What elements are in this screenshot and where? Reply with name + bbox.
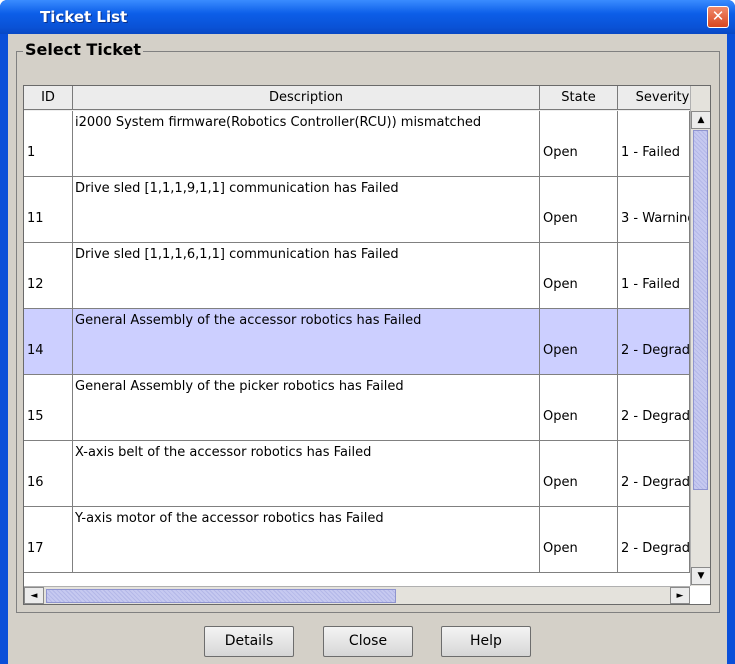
cell-description: General Assembly of the accessor robotic… [73, 309, 540, 374]
cell-id: 17 [24, 507, 73, 572]
ticket-list-window: Ticket List ✕ Select Ticket ID Descripti… [0, 0, 735, 664]
close-button[interactable]: Close [323, 626, 413, 657]
cell-state: Open [540, 441, 618, 506]
column-header-state[interactable]: State [540, 86, 618, 110]
cell-state: Open [540, 243, 618, 308]
cell-severity: 2 - Degraded [618, 375, 690, 440]
column-header-id[interactable]: ID [24, 86, 73, 110]
vertical-scroll-thumb[interactable] [693, 130, 708, 490]
scroll-right-icon[interactable]: ► [670, 587, 690, 604]
horizontal-scrollbar[interactable]: ◄ ► [24, 586, 690, 604]
cell-id: 11 [24, 177, 73, 242]
cell-state: Open [540, 309, 618, 374]
close-window-icon[interactable]: ✕ [707, 6, 729, 28]
cell-severity: 2 - Degraded [618, 507, 690, 572]
cell-state: Open [540, 111, 618, 176]
cell-id: 15 [24, 375, 73, 440]
table-header: ID Description State Severity [24, 86, 708, 111]
help-button[interactable]: Help [441, 626, 531, 657]
cell-severity: 1 - Failed [618, 243, 690, 308]
cell-id: 14 [24, 309, 73, 374]
vertical-scrollbar[interactable]: ▲ ▼ [690, 86, 710, 586]
cell-severity: 2 - Degraded [618, 309, 690, 374]
cell-description: i2000 System firmware(Robotics Controlle… [73, 111, 540, 176]
table-row[interactable]: 17 Y-axis motor of the accessor robotics… [24, 507, 690, 573]
dialog-body: Select Ticket ID Description State Sever… [8, 34, 727, 664]
column-header-description[interactable]: Description [73, 86, 540, 110]
cell-severity: 1 - Failed [618, 111, 690, 176]
table-row[interactable]: 15 General Assembly of the picker roboti… [24, 375, 690, 441]
cell-description: X-axis belt of the accessor robotics has… [73, 441, 540, 506]
cell-severity: 3 - Warning [618, 177, 690, 242]
cell-description: Drive sled [1,1,1,9,1,1] communication h… [73, 177, 540, 242]
scroll-up-icon[interactable]: ▲ [691, 111, 710, 129]
table-row[interactable]: 1 i2000 System firmware(Robotics Control… [24, 111, 690, 177]
cell-state: Open [540, 177, 618, 242]
cell-description: General Assembly of the picker robotics … [73, 375, 540, 440]
table-row[interactable]: 11 Drive sled [1,1,1,9,1,1] communicatio… [24, 177, 690, 243]
table-row[interactable]: 16 X-axis belt of the accessor robotics … [24, 441, 690, 507]
scroll-down-icon[interactable]: ▼ [691, 567, 710, 585]
title-bar[interactable]: Ticket List ✕ [0, 0, 735, 34]
table-row[interactable]: 12 Drive sled [1,1,1,6,1,1] communicatio… [24, 243, 690, 309]
horizontal-scroll-thumb[interactable] [46, 589, 396, 603]
cell-id: 12 [24, 243, 73, 308]
cell-description: Y-axis motor of the accessor robotics ha… [73, 507, 540, 572]
cell-state: Open [540, 507, 618, 572]
cell-state: Open [540, 375, 618, 440]
table-row-selected[interactable]: 14 General Assembly of the accessor robo… [24, 309, 690, 375]
group-legend: Select Ticket [23, 40, 144, 59]
cell-id: 16 [24, 441, 73, 506]
ticket-table: ID Description State Severity 1 i2000 Sy… [23, 85, 711, 605]
table-body: 1 i2000 System firmware(Robotics Control… [24, 111, 690, 586]
cell-description: Drive sled [1,1,1,6,1,1] communication h… [73, 243, 540, 308]
window-title: Ticket List [40, 8, 128, 26]
details-button[interactable]: Details [204, 626, 294, 657]
cell-id: 1 [24, 111, 73, 176]
scroll-left-icon[interactable]: ◄ [24, 587, 44, 604]
cell-severity: 2 - Degraded [618, 441, 690, 506]
